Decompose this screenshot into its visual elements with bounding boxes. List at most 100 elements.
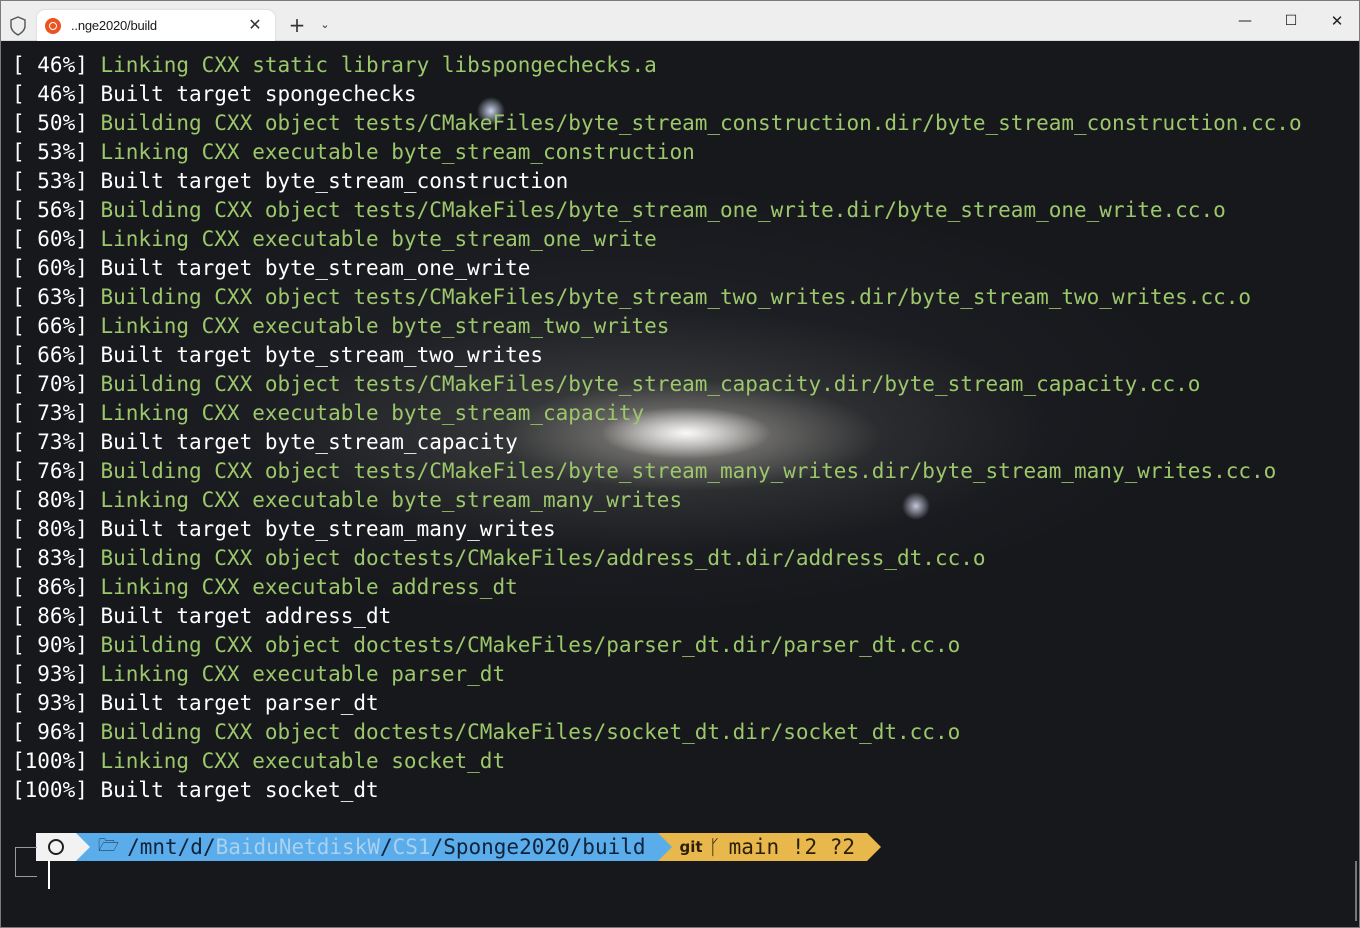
path-part: / bbox=[379, 835, 393, 859]
tab-dropdown-button[interactable]: ⌄ bbox=[315, 14, 335, 36]
log-progress: [ 96%] bbox=[12, 720, 88, 744]
log-message: Linking CXX executable byte_stream_many_… bbox=[87, 488, 683, 512]
log-line: [ 63%] Building CXX object tests/CMakeFi… bbox=[12, 283, 1302, 312]
log-message: Built target address_dt bbox=[87, 604, 392, 628]
shell-prompt: 🗁 /mnt/d/BaiduNetdiskW/CS1/Sponge2020/bu… bbox=[36, 833, 882, 861]
log-message: Built target socket_dt bbox=[87, 778, 379, 802]
path-part: /mnt/d/ bbox=[127, 835, 216, 859]
terminal-window: ..nge2020/build ✕ + ⌄ — ☐ ✕ [ 46%] Linki… bbox=[0, 0, 1360, 928]
new-tab-button[interactable]: + bbox=[287, 12, 307, 38]
prompt-path-segment: 🗁 /mnt/d/BaiduNetdiskW/CS1/Sponge2020/bu… bbox=[76, 833, 672, 861]
log-line: [ 66%] Linking CXX executable byte_strea… bbox=[12, 312, 1302, 341]
log-line: [ 53%] Linking CXX executable byte_strea… bbox=[12, 138, 1302, 167]
log-message: Building CXX object doctests/CMakeFiles/… bbox=[87, 633, 961, 657]
folder-icon: 🗁 bbox=[98, 835, 120, 856]
build-log: [ 46%] Linking CXX static library libspo… bbox=[12, 51, 1302, 805]
log-line: [ 76%] Building CXX object tests/CMakeFi… bbox=[12, 457, 1302, 486]
log-message: Building CXX object tests/CMakeFiles/byt… bbox=[87, 372, 1201, 396]
log-message: Built target byte_stream_one_write bbox=[87, 256, 531, 280]
log-line: [ 73%] Built target byte_stream_capacity bbox=[12, 428, 1302, 457]
prompt-path: /mnt/d/BaiduNetdiskW/CS1/Sponge2020/buil… bbox=[127, 835, 645, 859]
log-message: Building CXX object doctests/CMakeFiles/… bbox=[87, 546, 986, 570]
log-line: [100%] Built target socket_dt bbox=[12, 776, 1302, 805]
log-line: [ 46%] Linking CXX static library libspo… bbox=[12, 51, 1302, 80]
log-line: [100%] Linking CXX executable socket_dt bbox=[12, 747, 1302, 776]
log-progress: [ 60%] bbox=[12, 256, 88, 280]
log-progress: [ 76%] bbox=[12, 459, 88, 483]
log-progress: [ 73%] bbox=[12, 401, 88, 425]
ubuntu-icon bbox=[45, 18, 61, 34]
log-line: [ 90%] Building CXX object doctests/CMak… bbox=[12, 631, 1302, 660]
log-progress: [ 83%] bbox=[12, 546, 88, 570]
log-message: Built target byte_stream_capacity bbox=[87, 430, 518, 454]
log-progress: [ 60%] bbox=[12, 227, 88, 251]
log-progress: [ 53%] bbox=[12, 140, 88, 164]
log-line: [ 60%] Built target byte_stream_one_writ… bbox=[12, 254, 1302, 283]
terminal-output[interactable]: [ 46%] Linking CXX static library libspo… bbox=[1, 41, 1359, 927]
log-line: [ 46%] Built target spongechecks bbox=[12, 80, 1302, 109]
tab-active[interactable]: ..nge2020/build ✕ bbox=[37, 10, 275, 42]
prompt-input-box bbox=[15, 847, 37, 877]
log-line: [ 70%] Building CXX object tests/CMakeFi… bbox=[12, 370, 1302, 399]
log-line: [ 56%] Building CXX object tests/CMakeFi… bbox=[12, 196, 1302, 225]
log-line: [ 83%] Building CXX object doctests/CMak… bbox=[12, 544, 1302, 573]
tab-close-icon[interactable]: ✕ bbox=[245, 15, 265, 34]
log-line: [ 86%] Linking CXX executable address_dt bbox=[12, 573, 1302, 602]
log-message: Linking CXX executable socket_dt bbox=[87, 749, 506, 773]
log-progress: [ 46%] bbox=[12, 82, 88, 106]
log-progress: [ 66%] bbox=[12, 343, 88, 367]
log-progress: [ 73%] bbox=[12, 430, 88, 454]
log-message: Built target byte_stream_construction bbox=[87, 169, 569, 193]
log-message: Built target parser_dt bbox=[87, 691, 379, 715]
log-message: Linking CXX executable parser_dt bbox=[87, 662, 506, 686]
log-progress: [ 80%] bbox=[12, 488, 88, 512]
log-progress: [ 70%] bbox=[12, 372, 88, 396]
log-progress: [ 93%] bbox=[12, 662, 88, 686]
log-progress: [ 86%] bbox=[12, 575, 88, 599]
log-line: [ 73%] Linking CXX executable byte_strea… bbox=[12, 399, 1302, 428]
scrollbar[interactable] bbox=[1355, 861, 1357, 921]
title-bar: ..nge2020/build ✕ + ⌄ — ☐ ✕ bbox=[1, 1, 1359, 42]
log-line: [ 80%] Linking CXX executable byte_strea… bbox=[12, 486, 1302, 515]
log-progress: [ 86%] bbox=[12, 604, 88, 628]
text-cursor[interactable] bbox=[48, 861, 50, 889]
minimize-button[interactable]: — bbox=[1222, 1, 1268, 41]
shield-icon[interactable] bbox=[9, 16, 27, 36]
log-message: Built target byte_stream_two_writes bbox=[87, 343, 544, 367]
log-progress: [ 63%] bbox=[12, 285, 88, 309]
log-message: Built target byte_stream_many_writes bbox=[87, 517, 556, 541]
log-line: [ 93%] Built target parser_dt bbox=[12, 689, 1302, 718]
log-progress: [ 93%] bbox=[12, 691, 88, 715]
log-progress: [ 53%] bbox=[12, 169, 88, 193]
close-window-button[interactable]: ✕ bbox=[1314, 1, 1359, 41]
path-part: /Sponge2020/build bbox=[430, 835, 646, 859]
log-message: Built target spongechecks bbox=[87, 82, 417, 106]
log-line: [ 50%] Building CXX object tests/CMakeFi… bbox=[12, 109, 1302, 138]
log-line: [ 93%] Linking CXX executable parser_dt bbox=[12, 660, 1302, 689]
log-message: Linking CXX static library libspongechec… bbox=[87, 53, 657, 77]
log-message: Linking CXX executable byte_stream_const… bbox=[87, 140, 695, 164]
log-message: Building CXX object tests/CMakeFiles/byt… bbox=[87, 198, 1226, 222]
maximize-button[interactable]: ☐ bbox=[1268, 1, 1314, 41]
log-message: Building CXX object tests/CMakeFiles/byt… bbox=[87, 459, 1277, 483]
log-message: Building CXX object tests/CMakeFiles/byt… bbox=[87, 111, 1302, 135]
log-line: [ 86%] Built target address_dt bbox=[12, 602, 1302, 631]
log-progress: [ 66%] bbox=[12, 314, 88, 338]
log-message: Linking CXX executable byte_stream_capac… bbox=[87, 401, 645, 425]
git-icon: git bbox=[679, 838, 703, 856]
log-message: Building CXX object doctests/CMakeFiles/… bbox=[87, 720, 961, 744]
tab-title: ..nge2020/build bbox=[71, 18, 157, 33]
git-status: !2 ?2 bbox=[791, 835, 856, 859]
log-progress: [100%] bbox=[12, 749, 88, 773]
log-progress: [ 80%] bbox=[12, 517, 88, 541]
git-branch: main bbox=[728, 835, 780, 859]
log-line: [ 60%] Linking CXX executable byte_strea… bbox=[12, 225, 1302, 254]
log-message: Linking CXX executable byte_stream_two_w… bbox=[87, 314, 670, 338]
prompt-os-segment bbox=[36, 833, 90, 861]
prompt-git-segment: git ᚴ main !2 ?2 bbox=[657, 833, 882, 861]
path-part: BaiduNetdiskW bbox=[215, 835, 380, 859]
log-message: Linking CXX executable byte_stream_one_w… bbox=[87, 227, 657, 251]
log-line: [ 66%] Built target byte_stream_two_writ… bbox=[12, 341, 1302, 370]
log-line: [ 96%] Building CXX object doctests/CMak… bbox=[12, 718, 1302, 747]
log-message: Linking CXX executable address_dt bbox=[87, 575, 518, 599]
